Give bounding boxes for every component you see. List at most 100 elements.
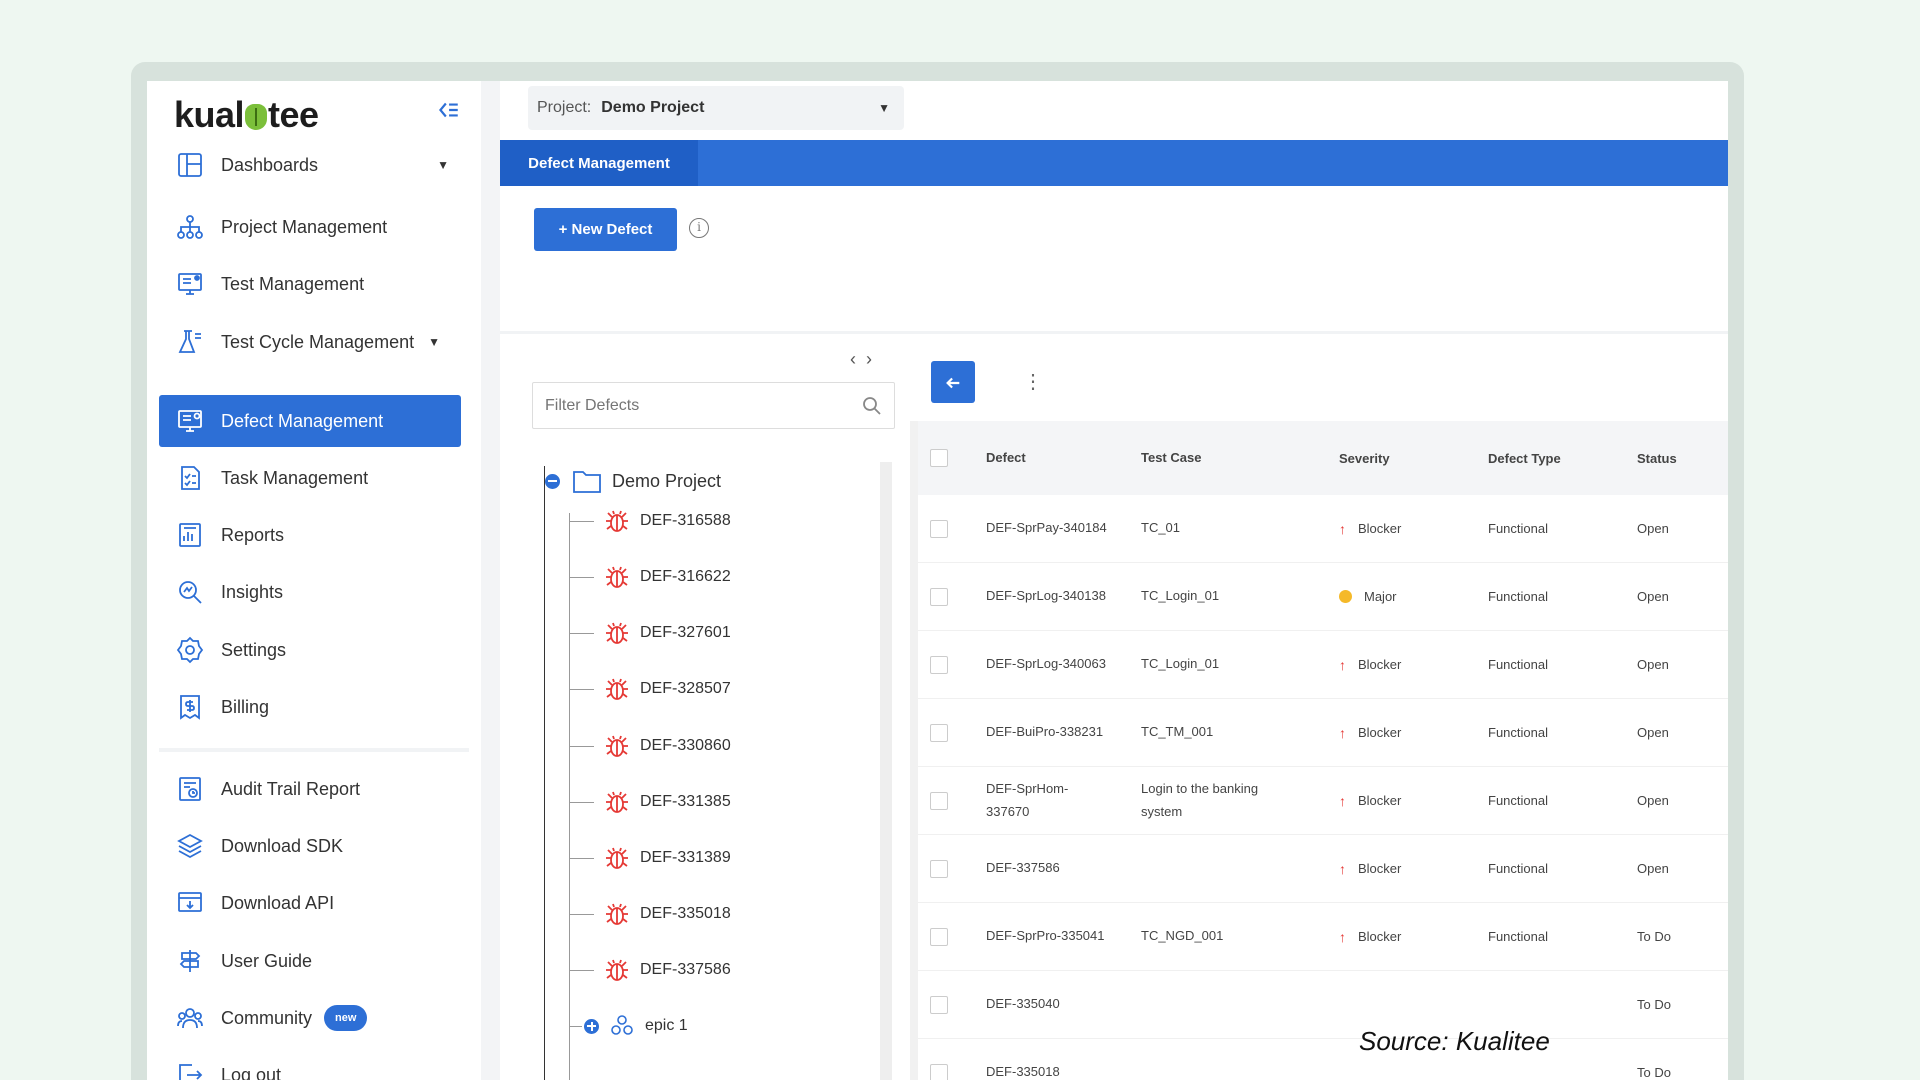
table-row[interactable]: DEF-335040 To Do xyxy=(918,971,1728,1039)
bug-logo-icon xyxy=(245,104,268,130)
project-select[interactable]: Project: Demo Project ▼ xyxy=(528,86,904,130)
tree-item[interactable]: DEF-316588 xyxy=(570,506,731,536)
table-row[interactable]: DEF-SprPro-335041 TC_NGD_001 ↑ Blocker Fu… xyxy=(918,903,1728,971)
back-arrow-icon[interactable] xyxy=(931,361,975,403)
header-defect-type[interactable]: Defect Type xyxy=(1488,451,1637,466)
sidebar-item-project-management[interactable]: Project Management xyxy=(159,201,461,253)
row-checkbox[interactable] xyxy=(930,859,948,878)
row-checkbox[interactable] xyxy=(930,587,948,606)
sidebar-item-audit-trail-report[interactable]: Audit Trail Report xyxy=(159,763,461,815)
cell-defect[interactable]: DEF-SprHom-337670 xyxy=(986,778,1141,822)
tree-branch xyxy=(570,913,594,915)
tab-defect-management[interactable]: Defect Management xyxy=(500,140,698,186)
more-options-icon[interactable]: ⋮ xyxy=(1023,364,1043,400)
app-window: kual tee Dashboards ▼ Project Management … xyxy=(147,81,1728,1080)
sidebar-item-download-api[interactable]: Download API xyxy=(159,877,461,929)
table-scrollbar[interactable] xyxy=(910,421,918,1080)
community-icon xyxy=(175,1003,205,1033)
sidebar-item-test-cycle-management[interactable]: Test Cycle Management ▼ xyxy=(159,316,461,368)
tree-item[interactable]: DEF-335018 xyxy=(570,899,731,929)
tree-branch xyxy=(570,688,594,690)
cell-defect-type: Functional xyxy=(1488,521,1548,536)
sidebar-item-insights[interactable]: Insights xyxy=(159,566,461,618)
sidebar-item-test-management[interactable]: Test Management xyxy=(159,258,461,310)
cell-defect[interactable]: DEF-SprPay-340184 xyxy=(986,517,1141,539)
collapse-icon[interactable] xyxy=(545,473,560,489)
sidebar-item-logout[interactable]: Log out xyxy=(159,1049,461,1080)
cell-defect[interactable]: DEF-337586 xyxy=(986,857,1141,879)
sidebar-item-download-sdk[interactable]: Download SDK xyxy=(159,820,461,872)
header-status[interactable]: Status xyxy=(1637,451,1728,466)
tree-branch xyxy=(570,857,594,859)
tree-item[interactable]: DEF-327601 xyxy=(570,618,731,648)
cell-defect[interactable]: DEF-BuiPro-338231 xyxy=(986,721,1141,743)
tree-item[interactable]: DEF-330860 xyxy=(570,731,731,761)
defect-management-icon xyxy=(175,406,205,436)
sidebar-item-dashboards[interactable]: Dashboards ▼ xyxy=(159,139,461,191)
tree-branch xyxy=(570,745,594,747)
row-checkbox[interactable] xyxy=(930,655,948,674)
search-icon[interactable] xyxy=(862,396,882,416)
row-checkbox[interactable] xyxy=(930,791,948,810)
cell-defect[interactable]: DEF-SprLog-340138 xyxy=(986,585,1141,607)
filter-defects-field[interactable] xyxy=(532,382,895,429)
table-row[interactable]: DEF-SprHom-337670 Login to the banking s… xyxy=(918,767,1728,835)
tree-item-label: DEF-316588 xyxy=(640,512,731,529)
new-badge: new xyxy=(324,1005,368,1031)
header-defect[interactable]: Defect xyxy=(986,447,1141,469)
cell-severity: ↑ Blocker xyxy=(1339,793,1488,809)
cell-test-case: TC_NGD_001 xyxy=(1141,928,1224,944)
row-checkbox[interactable] xyxy=(930,723,948,742)
sidebar-item-community[interactable]: Community new xyxy=(159,992,461,1044)
cell-defect[interactable]: DEF-335018 xyxy=(986,1061,1141,1080)
bug-icon xyxy=(606,791,628,813)
chevron-right-icon[interactable]: › xyxy=(866,349,882,369)
filter-defects-input[interactable] xyxy=(545,396,862,415)
info-icon[interactable]: i xyxy=(689,218,709,238)
row-checkbox[interactable] xyxy=(930,927,948,946)
sidebar-item-user-guide[interactable]: User Guide xyxy=(159,935,461,987)
tree-item-epic[interactable]: epic 1 xyxy=(570,1011,688,1041)
tree-scrollbar[interactable] xyxy=(880,462,892,1080)
row-checkbox[interactable] xyxy=(930,519,948,538)
tree-item[interactable]: DEF-337586 xyxy=(570,955,731,985)
table-row[interactable]: DEF-BuiPro-338231 TC_TM_001 ↑ Blocker Fun… xyxy=(918,699,1728,767)
collapse-sidebar-icon[interactable] xyxy=(433,97,463,127)
cell-defect[interactable]: DEF-SprPro-335041 xyxy=(986,925,1141,947)
cell-defect[interactable]: DEF-SprLog-340063 xyxy=(986,653,1141,675)
severity-label: Blocker xyxy=(1358,793,1402,808)
table-row[interactable]: DEF-SprLog-340138 TC_Login_01 Major Func… xyxy=(918,563,1728,631)
table-row[interactable]: DEF-337586 ↑ Blocker Functional Open xyxy=(918,835,1728,903)
sidebar-item-label: Task Management xyxy=(221,467,369,488)
cell-defect-type: Functional xyxy=(1488,589,1548,604)
tree-item[interactable]: DEF-331389 xyxy=(570,843,731,873)
tree-item[interactable]: DEF-328507 xyxy=(570,674,731,704)
new-defect-button[interactable]: + New Defect xyxy=(534,208,677,251)
reports-icon xyxy=(175,520,205,550)
kualitee-logo[interactable]: kual tee xyxy=(174,89,319,141)
row-checkbox[interactable] xyxy=(930,995,948,1014)
row-checkbox[interactable] xyxy=(930,1063,948,1080)
project-select-label: Project: xyxy=(537,99,592,116)
chevron-left-icon[interactable]: ‹ xyxy=(850,349,866,369)
expand-icon[interactable] xyxy=(584,1018,599,1034)
header-test-case[interactable]: Test Case xyxy=(1141,447,1339,469)
sidebar-item-defect-management[interactable]: Defect Management xyxy=(159,395,461,447)
sidebar-item-task-management[interactable]: Task Management xyxy=(159,452,461,504)
sidebar-item-reports[interactable]: Reports xyxy=(159,509,461,561)
sidebar-item-billing[interactable]: Billing xyxy=(159,681,461,733)
tree-root-node[interactable]: Demo Project xyxy=(545,468,721,494)
table-header: Defect Test Case Severity Defect Type St… xyxy=(918,421,1728,495)
sidebar-item-settings[interactable]: Settings xyxy=(159,624,461,676)
tree-item[interactable]: DEF-316622 xyxy=(570,562,731,592)
table-row[interactable]: DEF-SprPay-340184 TC_01 ↑ Blocker Functio… xyxy=(918,495,1728,563)
table-row[interactable]: DEF-SprLog-340063 TC_Login_01 ↑ Blocker F… xyxy=(918,631,1728,699)
header-severity[interactable]: Severity xyxy=(1339,451,1488,466)
sidebar-item-label: Insights xyxy=(221,581,284,602)
select-all-checkbox[interactable] xyxy=(930,449,948,467)
table-row[interactable]: DEF-335018 To Do xyxy=(918,1039,1728,1080)
source-credit: Source: Kualitee xyxy=(1359,1026,1550,1056)
tree-branch xyxy=(570,632,594,634)
cell-defect[interactable]: DEF-335040 xyxy=(986,993,1141,1015)
tree-item[interactable]: DEF-331385 xyxy=(570,787,731,817)
